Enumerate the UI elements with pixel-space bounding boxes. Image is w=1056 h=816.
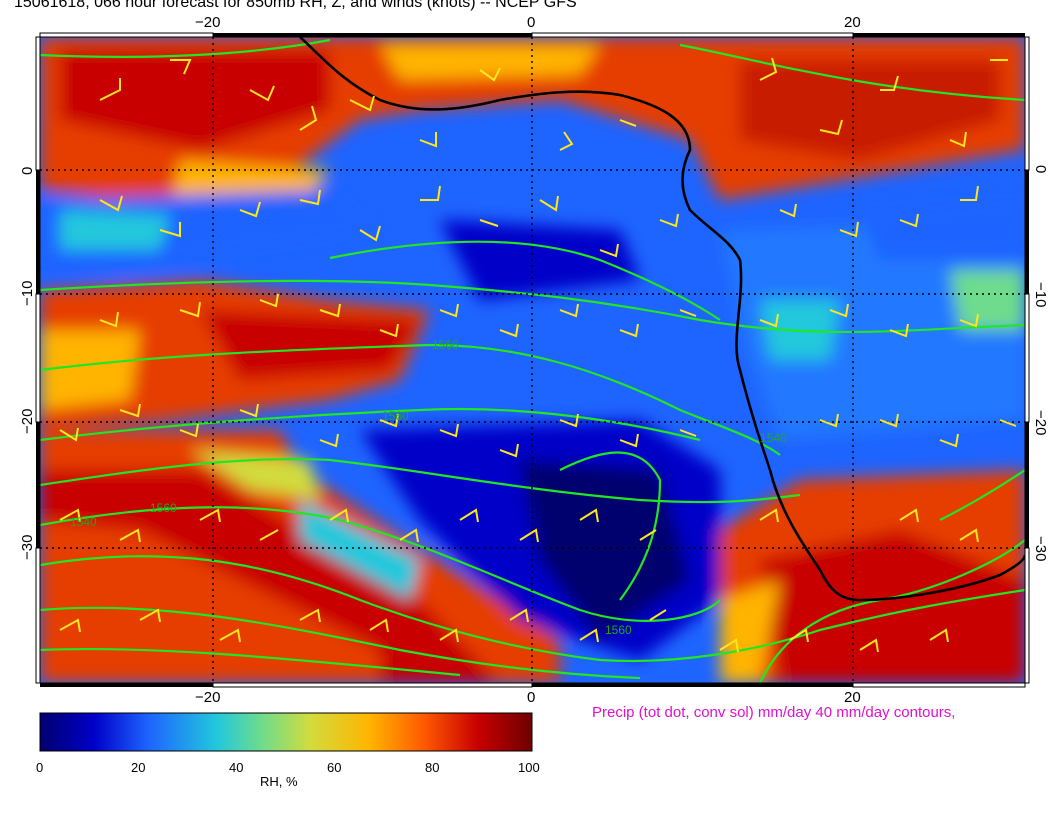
colorbar-tick: 0 (36, 760, 43, 775)
colorbar-tick: 20 (131, 760, 145, 775)
contour-label: 1560 (382, 409, 409, 423)
lat-label-right: −10 (1032, 282, 1049, 307)
contour-label: 1560 (605, 623, 632, 637)
lat-label-right: 0 (1032, 165, 1049, 173)
lon-label-bottom: −20 (195, 689, 220, 706)
lon-label-top: 20 (844, 14, 861, 31)
lon-label-bottom: 0 (527, 689, 535, 706)
lat-label-right: −30 (1032, 536, 1049, 561)
colorbar-tick: 60 (327, 760, 341, 775)
lat-label-left: −20 (19, 409, 36, 434)
rh-colorbar (39, 712, 533, 752)
lat-label-left: −10 (19, 281, 36, 306)
contour-label: 1560 (432, 338, 459, 352)
colorbar-tick: 100 (518, 760, 540, 775)
contour-label: 1540 (70, 515, 97, 529)
precip-note: Precip (tot dot, conv sol) mm/day 40 mm/… (592, 704, 956, 721)
contour-label: 1540 (760, 431, 787, 445)
lat-label-left: −30 (19, 535, 36, 560)
lon-label-top: 0 (527, 14, 535, 31)
lon-label-top: −20 (195, 14, 220, 31)
lat-label-left: 0 (19, 167, 36, 175)
contour-label: 1560 (150, 501, 177, 515)
colorbar-tick: 40 (229, 760, 243, 775)
lat-label-right: −20 (1032, 410, 1049, 435)
colorbar-title: RH, % (260, 774, 298, 789)
colorbar-tick: 80 (425, 760, 439, 775)
map-figure: 1560 1560 1560 1540 1540 1560 −20 0 20 −… (19, 14, 1049, 775)
